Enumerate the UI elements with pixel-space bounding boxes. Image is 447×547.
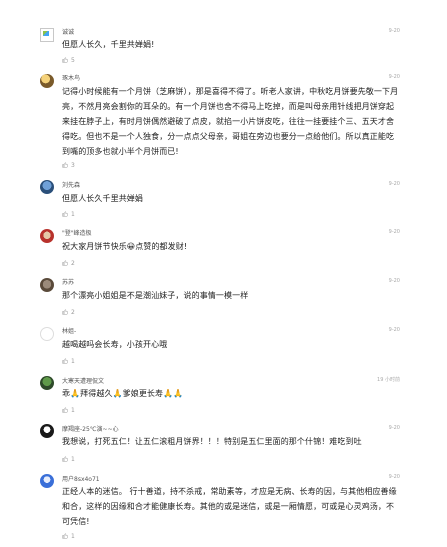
like-count: 3 [71,162,75,169]
comment-text: 正经人本的迷信。 行十善道，持不杀戒，常助素等，才应是无病、长寿的因，与其他相应… [62,487,397,526]
avatar-icon[interactable] [40,424,54,438]
comment-time: 9-20 [388,181,400,187]
thumbs-up-icon [62,358,68,364]
like-button[interactable]: 1 [62,533,75,540]
comment-text: 记得小时候能有一个月饼（芝麻饼），那是喜得不得了。听老人家讲，中秋吃月饼要先敬一… [62,87,399,156]
like-count: 5 [71,57,75,64]
thumbs-up-icon [62,211,68,217]
comment-time: 9-20 [388,28,400,34]
avatar-icon[interactable] [40,28,54,42]
like-count: 1 [71,211,75,218]
avatar-icon[interactable] [40,376,54,390]
like-count: 1 [71,456,75,463]
comment-text: 祝大家月饼节快乐😀点赞的都发财! [62,242,188,251]
comment-author[interactable]: 苏苏 [62,277,74,286]
like-count: 1 [71,533,75,540]
like-count: 2 [71,309,75,316]
comment-time: 9-20 [388,425,400,431]
comment-time: 9-20 [388,327,400,333]
comment-text: 越喝越吗会长寿，小孩开心哦 [62,340,168,349]
avatar-icon[interactable] [40,180,54,194]
comment-author[interactable]: 大寒天遭理侃文 [62,376,104,385]
comment-list: 诚诚 9-20 但愿人长久，千里共婵娟! 5 琢木鸟 9-20 记得小时候能有一… [0,0,447,547]
comment-text: 但愿人长久，千里共婵娟! [62,40,155,49]
like-button[interactable]: 1 [62,407,75,414]
thumbs-up-icon [62,456,68,462]
like-button[interactable]: 2 [62,260,75,267]
comment-author[interactable]: 刘先森 [62,180,80,189]
avatar-icon[interactable] [40,229,54,243]
thumbs-up-icon [62,407,68,413]
comment-time: 19 小时前 [377,377,400,383]
like-button[interactable]: 1 [62,211,75,218]
thumbs-up-icon [62,260,68,266]
comment-author[interactable]: 琢木鸟 [62,73,80,82]
thumbs-up-icon [62,162,68,168]
avatar-icon[interactable] [40,278,54,292]
comment-time: 9-20 [388,278,400,284]
like-count: 1 [71,358,75,365]
like-button[interactable]: 2 [62,309,75,316]
comment-text: 但愿人长久千里共婵娟 [62,194,143,203]
comment-author[interactable]: "登"峰造极 [62,228,92,237]
comment-author[interactable]: 林姐- [62,326,76,335]
comment-time: 9-20 [388,474,400,480]
comment-author[interactable]: 用户8sx4o71 [62,474,100,483]
comment-text: 那个漂亮小姐姐是不是潮汕妹子，说的事情一模一样 [62,291,249,300]
comment-author[interactable]: 摩羯座-25℃演~~心 [62,424,119,433]
comment-author[interactable]: 诚诚 [62,27,74,36]
comment-text: 乖🙏拜得越久🙏爹娘更长寿🙏🙏 [62,389,184,398]
like-button[interactable]: 1 [62,456,75,463]
thumbs-up-icon [62,533,68,539]
comment-time: 9-20 [388,229,400,235]
thumbs-up-icon [62,309,68,315]
like-count: 2 [71,260,75,267]
like-button[interactable]: 5 [62,57,75,64]
avatar-icon[interactable] [40,74,54,88]
like-button[interactable]: 1 [62,358,75,365]
thumbs-up-icon [62,57,68,63]
like-button[interactable]: 3 [62,162,75,169]
avatar-icon[interactable] [40,327,54,341]
like-count: 1 [71,407,75,414]
comment-text: 我想说，打死五仁！让五仁滚粗月饼界！！！特别是五仁里面的那个什锦！难吃到吐 [62,437,362,446]
comment-time: 9-20 [388,74,400,80]
avatar-icon[interactable] [40,474,54,488]
